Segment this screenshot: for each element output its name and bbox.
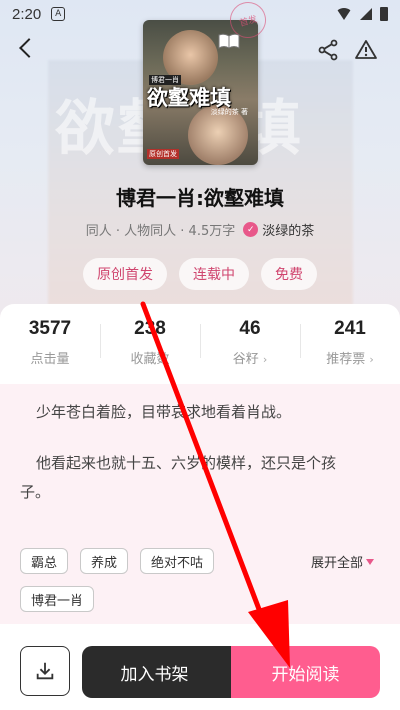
download-button[interactable] bbox=[20, 646, 70, 696]
stat-clicks: 3577 点击量 bbox=[0, 304, 100, 384]
book-meta: 同人 · 人物同人 · 4.5万字 ✓ 淡绿的茶 bbox=[0, 220, 400, 239]
badge-original: 原创首发 bbox=[83, 258, 167, 290]
synopsis-paragraph: 少年苍白着脸，目带哀求地看着肖战。 bbox=[36, 403, 292, 421]
stats-card: 3577 点击量 238 收藏数 46 谷籽 › 241 推荐票 › bbox=[0, 304, 400, 384]
author-name[interactable]: 淡绿的茶 bbox=[262, 220, 314, 239]
download-icon bbox=[36, 662, 54, 680]
stat-value: 46 bbox=[239, 318, 261, 339]
open-book-icon bbox=[218, 33, 240, 49]
author-verified-icon: ✓ bbox=[243, 222, 259, 237]
stat-label: 收藏数 bbox=[130, 352, 170, 367]
cover-badge: 原创首发 bbox=[147, 149, 179, 159]
battery-icon bbox=[380, 7, 388, 21]
status-time: 2:20 bbox=[12, 5, 42, 23]
book-category-info: 同人 · 人物同人 · 4.5万字 bbox=[85, 224, 236, 239]
signal-icon bbox=[360, 8, 372, 20]
tag-chip[interactable]: 博君一肖 bbox=[20, 586, 95, 612]
stat-value: 238 bbox=[134, 318, 166, 339]
cover-author: 淡绿的茶 著 bbox=[210, 108, 248, 116]
status-indicators bbox=[336, 7, 388, 21]
status-bar: 2:20 A bbox=[0, 0, 400, 28]
status-badges: 原创首发 连载中 免费 bbox=[0, 258, 400, 290]
synopsis-paragraph-continued: 子。 bbox=[20, 483, 51, 501]
app-notification-icon: A bbox=[51, 7, 66, 21]
stat-favorites: 238 收藏数 bbox=[100, 304, 200, 384]
warning-icon[interactable] bbox=[354, 38, 378, 62]
stat-recommend-votes[interactable]: 241 推荐票 › bbox=[300, 304, 400, 384]
chevron-right-icon: › bbox=[262, 353, 268, 366]
stat-value: 241 bbox=[334, 318, 366, 339]
tag-chip[interactable]: 霸总 bbox=[20, 548, 69, 574]
tag-chip[interactable]: 养成 bbox=[80, 548, 129, 574]
book-cover[interactable]: 博君一肖 欲壑难填 淡绿的茶 著 原创首发 bbox=[143, 20, 258, 165]
back-button[interactable] bbox=[14, 36, 40, 62]
synopsis-text[interactable]: 少年苍白着脸，目带哀求地看着肖战。 他看起来也就十五、六岁的模样，还只是个孩 子… bbox=[20, 398, 380, 507]
chevron-right-icon: › bbox=[369, 353, 374, 366]
stat-label: 推荐票 › bbox=[326, 352, 374, 367]
stat-value: 3577 bbox=[28, 318, 72, 339]
stat-label: 谷籽 › bbox=[232, 352, 268, 367]
tag-chip[interactable]: 绝对不咕 bbox=[140, 548, 215, 574]
badge-serializing: 连载中 bbox=[179, 258, 249, 290]
expand-all-button[interactable]: 展开全部 bbox=[311, 552, 375, 571]
add-to-shelf-button[interactable]: 加入书架 bbox=[82, 646, 237, 698]
stat-label: 点击量 bbox=[30, 352, 70, 367]
start-reading-button[interactable]: 开始阅读 bbox=[231, 646, 380, 698]
badge-free: 免费 bbox=[261, 258, 317, 290]
caret-down-icon bbox=[366, 558, 375, 565]
stat-seeds[interactable]: 46 谷籽 › bbox=[200, 304, 300, 384]
wifi-icon bbox=[336, 8, 352, 20]
book-title: 博君一肖:欲壑难填 bbox=[116, 186, 284, 210]
share-icon[interactable] bbox=[316, 38, 340, 62]
expand-label: 展开全部 bbox=[311, 556, 364, 571]
bottom-action-bar: 加入书架 开始阅读 bbox=[0, 630, 400, 710]
synopsis-paragraph: 他看起来也就十五、六岁的模样，还只是个孩 bbox=[36, 454, 337, 472]
